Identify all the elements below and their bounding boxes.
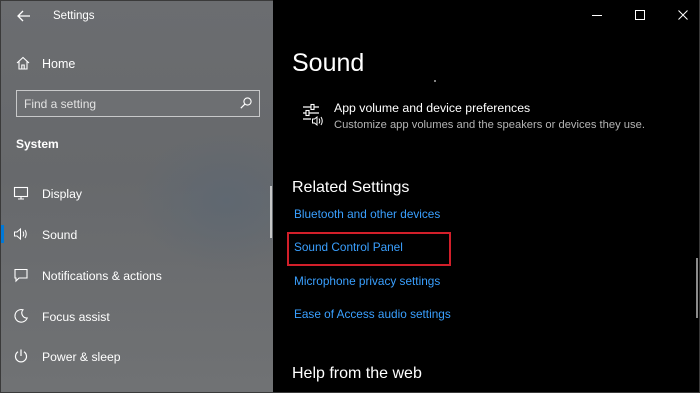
link-ease-of-access-audio[interactable]: Ease of Access audio settings xyxy=(294,307,451,321)
sidebar-item-display[interactable]: Display xyxy=(1,178,269,208)
app-volume-sliders-icon xyxy=(303,103,323,127)
related-settings-heading: Related Settings xyxy=(292,179,410,196)
back-button[interactable] xyxy=(11,6,35,26)
title-bar: Settings xyxy=(1,1,274,31)
home-label: Home xyxy=(42,57,76,71)
section-title-system: System xyxy=(16,137,59,151)
link-sound-control-panel[interactable]: Sound Control Panel xyxy=(294,240,403,254)
maximize-icon[interactable] xyxy=(633,8,647,22)
sidebar-scrollbar[interactable] xyxy=(270,186,272,238)
app-volume-preferences[interactable]: App volume and device preferences Custom… xyxy=(301,98,681,138)
home-icon xyxy=(16,56,30,70)
sidebar-item-label: Display xyxy=(42,187,82,201)
back-arrow-icon xyxy=(17,10,30,22)
notifications-icon xyxy=(14,268,28,283)
sidebar: Settings Home System Display Sound xyxy=(0,0,273,393)
page-title: Sound xyxy=(292,49,365,77)
sidebar-item-label: Notifications & actions xyxy=(42,269,162,283)
sidebar-item-focus-assist[interactable]: Focus assist xyxy=(1,301,269,331)
minimize-icon[interactable] xyxy=(590,8,604,22)
sidebar-item-label: Sound xyxy=(42,228,78,242)
sidebar-item-sound[interactable]: Sound xyxy=(1,219,269,249)
focus-assist-icon xyxy=(14,309,29,323)
sidebar-item-label: Power & sleep xyxy=(42,350,121,364)
main-scrollbar[interactable] xyxy=(696,258,698,318)
search-icon[interactable] xyxy=(239,96,253,110)
close-icon[interactable] xyxy=(676,8,690,22)
power-icon xyxy=(14,349,28,363)
pref-subtitle: Customize app volumes and the speakers o… xyxy=(334,119,645,131)
pref-title: App volume and device preferences xyxy=(334,101,531,115)
nav-home[interactable]: Home xyxy=(1,51,274,77)
search-box[interactable] xyxy=(16,90,260,117)
link-microphone-privacy[interactable]: Microphone privacy settings xyxy=(294,274,440,288)
sidebar-item-notifications[interactable]: Notifications & actions xyxy=(1,260,269,290)
app-title: Settings xyxy=(53,10,95,22)
sidebar-item-label: Focus assist xyxy=(42,310,110,324)
sidebar-item-power-sleep[interactable]: Power & sleep xyxy=(1,341,269,371)
sound-icon xyxy=(14,227,27,241)
mouse-cursor-dot xyxy=(434,80,436,82)
display-icon xyxy=(13,186,29,200)
search-input[interactable] xyxy=(24,96,234,112)
link-bluetooth-devices[interactable]: Bluetooth and other devices xyxy=(294,207,440,221)
main-pane: Sound App volume and device preferences … xyxy=(273,0,700,393)
help-heading: Help from the web xyxy=(292,365,422,382)
active-indicator xyxy=(1,225,4,243)
